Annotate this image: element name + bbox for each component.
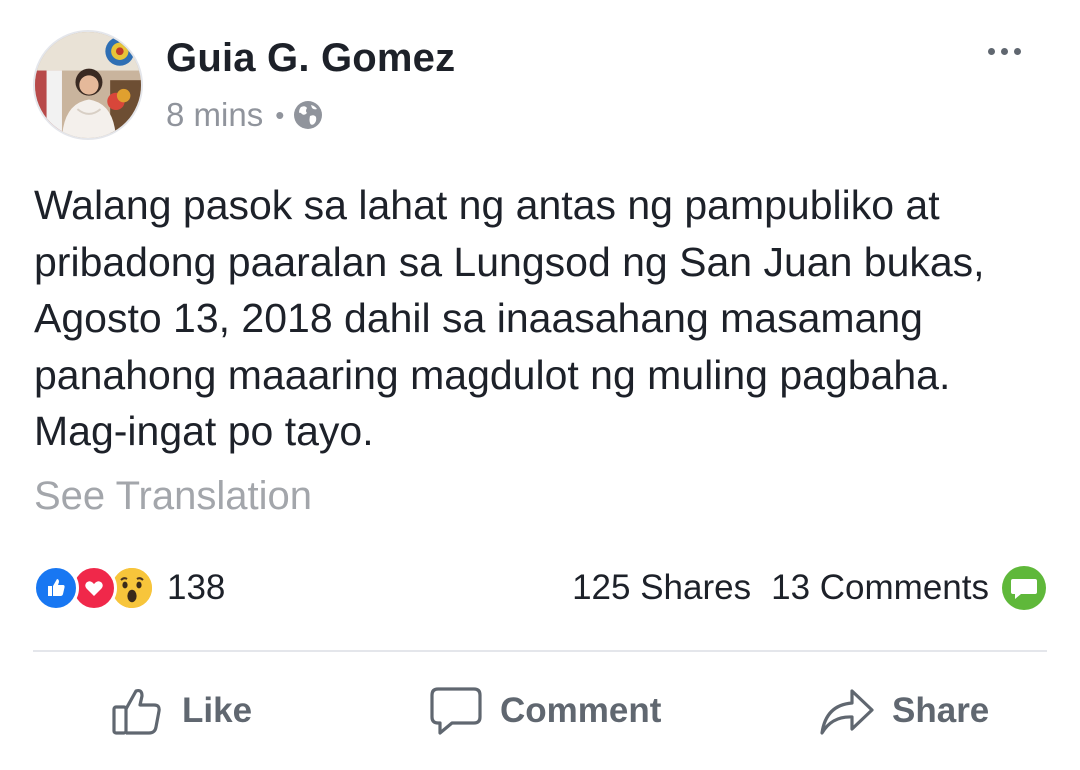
- profile-photo: [35, 32, 141, 138]
- post-text: Walang pasok sa lahat ng antas ng pampub…: [34, 177, 1044, 460]
- reactions-summary[interactable]: 138: [33, 565, 225, 611]
- shares-count[interactable]: 125 Shares: [572, 568, 751, 608]
- meta-separator: •: [275, 99, 285, 130]
- post-text-line: Mag-ingat po tayo.: [34, 408, 374, 454]
- globe-icon[interactable]: [292, 99, 324, 131]
- divider: [33, 650, 1047, 652]
- share-arrow-icon: [820, 689, 874, 735]
- author-name[interactable]: Guia G. Gomez: [166, 36, 455, 81]
- post-text-line: pribadong paaralan sa Lungsod ng San Jua…: [34, 238, 985, 285]
- thumbs-up-icon: [112, 688, 161, 735]
- post-text-line: panahong maaaring magdulot ng muling pag…: [34, 351, 951, 398]
- share-button[interactable]: Share: [818, 683, 989, 739]
- like-reaction-icon: [33, 565, 79, 611]
- comment-icon: [430, 687, 482, 735]
- comment-bubble-icon: [1002, 566, 1046, 610]
- reaction-count: 138: [167, 568, 226, 607]
- facebook-post: Guia G. Gomez 8 mins • Walang pasok sa l…: [0, 0, 1080, 770]
- post-timestamp[interactable]: 8 mins: [166, 96, 263, 134]
- like-button[interactable]: Like: [110, 683, 252, 739]
- comment-button[interactable]: Comment: [428, 683, 661, 739]
- author-avatar[interactable]: [33, 30, 143, 140]
- comments-count[interactable]: 13 Comments: [771, 568, 989, 608]
- like-label: Like: [182, 691, 253, 730]
- more-options-icon[interactable]: [984, 40, 1025, 63]
- reaction-icons: [33, 565, 155, 611]
- post-text-line: Agosto 13, 2018 dahil sa inaasahang masa…: [34, 295, 923, 341]
- post-text-line: Walang pasok sa lahat ng antas ng pampub…: [34, 182, 940, 228]
- see-translation-link[interactable]: See Translation: [34, 474, 312, 519]
- share-label: Share: [892, 691, 990, 730]
- engagement-counts: 125 Shares 13 Comments: [572, 565, 1047, 611]
- post-meta: 8 mins •: [166, 96, 324, 134]
- comment-label: Comment: [500, 691, 662, 730]
